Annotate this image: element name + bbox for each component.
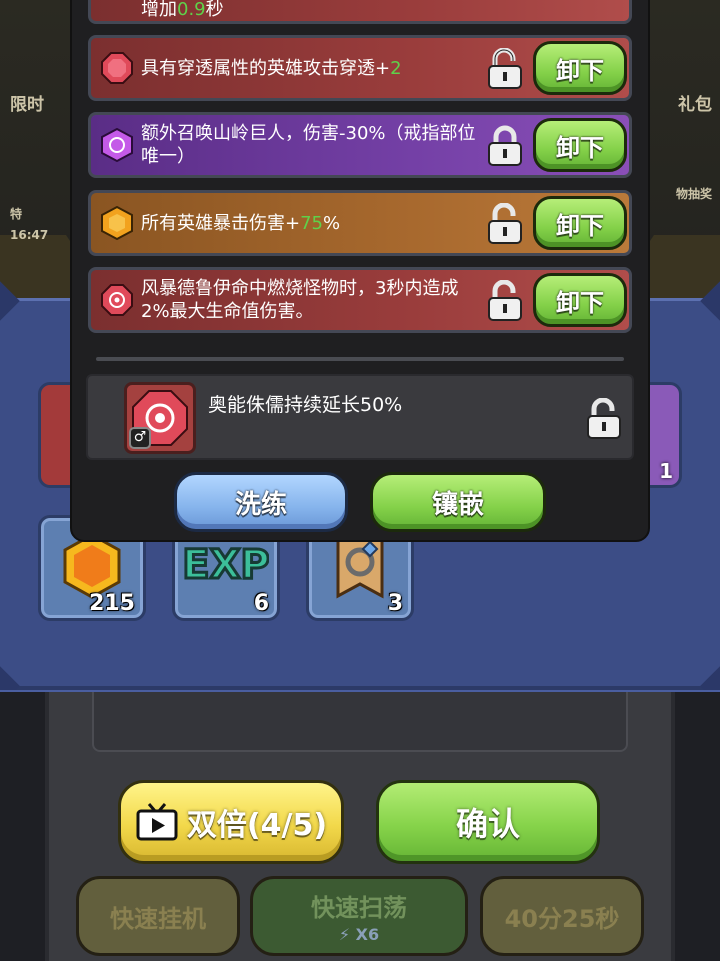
quick-idle-button[interactable]: 快速挂机 — [76, 876, 240, 956]
affix-text: 风暴德鲁伊命中燃烧怪物时，3秒内造成2%最大生命值伤害。 — [141, 278, 459, 322]
affix-text: 增加0.9秒 — [141, 0, 224, 20]
gold-coin-icon — [63, 533, 121, 599]
red-swirl-gem-icon — [99, 282, 135, 318]
lottery-label: 物抽奖 — [675, 187, 712, 201]
energy-icon: ⚡ — [338, 925, 351, 944]
unlocked-padlock-icon[interactable] — [485, 48, 525, 90]
svg-text:EXP: EXP — [183, 542, 269, 588]
confirm-label: 确认 — [455, 805, 520, 843]
popup-divider — [96, 357, 624, 361]
item-count: 215 — [89, 591, 135, 616]
orange-gem-icon — [99, 205, 135, 241]
item-count: 3 — [387, 591, 403, 616]
exp-icon: EXP — [183, 541, 269, 590]
inlay-button[interactable]: 镶嵌 — [370, 472, 546, 532]
affix-row: 具有穿透属性的英雄攻击穿透+2 卸下 — [88, 35, 632, 101]
unlocked-padlock-icon[interactable] — [485, 203, 525, 245]
affix-row: 风暴德鲁伊命中燃烧怪物时，3秒内造成2%最大生命值伤害。 卸下 — [88, 267, 632, 333]
refine-label: 洗练 — [234, 489, 287, 520]
gem-slot[interactable]: ♂ — [124, 382, 196, 454]
ring-slot-icon: ♂ — [129, 427, 151, 449]
locked-padlock-icon[interactable] — [485, 125, 525, 167]
reroll-affix-text: 奥能侏儒持续延长50% — [208, 394, 403, 416]
affix-row: 所有英雄暴击伤害+75% 卸下 — [88, 190, 632, 256]
affix-text: 具有穿透属性的英雄攻击穿透+2 — [141, 57, 402, 79]
double-reward-button[interactable]: 双倍(4/5) — [118, 780, 344, 864]
unequip-button[interactable]: 卸下 — [533, 196, 627, 250]
affix-row-partial: 增加0.9秒 — [88, 0, 632, 24]
quick-idle-label: 快速挂机 — [110, 904, 206, 933]
bottom-inner-panel — [92, 692, 628, 752]
idle-timer-label: 40分25秒 — [504, 904, 620, 933]
quick-sweep-label: 快速扫荡 — [311, 894, 407, 922]
unlocked-padlock-icon[interactable] — [584, 398, 624, 440]
unequip-button[interactable]: 卸下 — [533, 41, 627, 95]
item-count: 6 — [253, 591, 269, 616]
gift-pack-label: 礼包 — [678, 95, 712, 115]
quick-sweep-cost-value: X6 — [355, 925, 380, 944]
affix-text: 额外召唤山岭巨人，伤害-30%（戒指部位唯一） — [141, 123, 476, 167]
red-gem-icon — [99, 50, 135, 86]
affix-row: 额外召唤山岭巨人，伤害-30%（戒指部位唯一） 卸下 — [88, 112, 632, 178]
purple-gem-icon — [99, 127, 135, 163]
red-gem-icon — [99, 0, 135, 9]
affix-text: 所有英雄暴击伤害+75% — [141, 212, 341, 234]
tv-ad-icon — [136, 803, 178, 841]
unequip-button[interactable]: 卸下 — [533, 273, 627, 327]
unequip-button[interactable]: 卸下 — [533, 118, 627, 172]
quick-sweep-button[interactable]: 快速扫荡 ⚡ X6 — [250, 876, 468, 956]
gift-pack-promo[interactable]: 礼包 物抽奖 — [652, 90, 712, 202]
idle-timer-button[interactable]: 40分25秒 — [480, 876, 644, 956]
confirm-button[interactable]: 确认 — [376, 780, 600, 864]
refine-button[interactable]: 洗练 — [174, 472, 348, 532]
item-count: 1 — [659, 459, 673, 483]
reroll-preview: ♂ 奥能侏儒持续延长50% — [86, 374, 634, 460]
unlocked-padlock-icon[interactable] — [485, 280, 525, 322]
quick-sweep-cost: ⚡ X6 — [339, 925, 379, 944]
double-reward-label: 双倍(4/5) — [186, 808, 328, 843]
inlay-label: 镶嵌 — [431, 489, 484, 520]
